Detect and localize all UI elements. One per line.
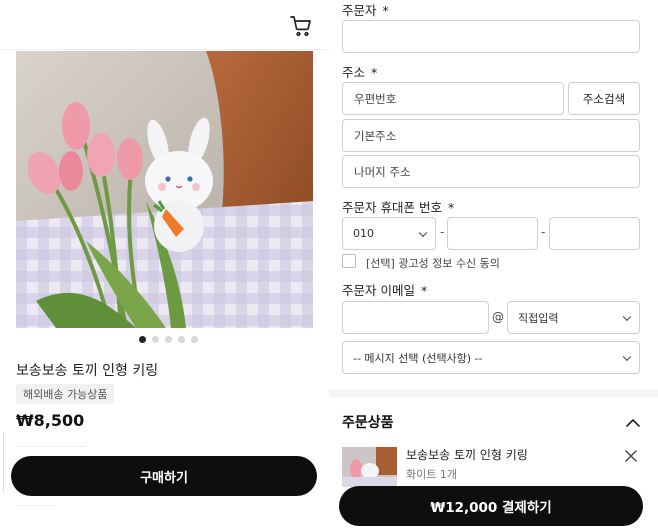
buy-button[interactable]: 구매하기: [11, 456, 317, 496]
phone-middle-input[interactable]: [447, 217, 538, 250]
email-domain-select[interactable]: 직접입력: [507, 301, 640, 334]
required-mark: *: [447, 200, 455, 215]
delivery-message-value: -- 메시지 선택 (선택사항) --: [353, 351, 483, 365]
product-photo: [16, 51, 313, 328]
phone-last-input[interactable]: [549, 217, 640, 250]
required-mark: *: [420, 283, 428, 298]
chevron-down-icon: [622, 352, 632, 361]
carousel-dot[interactable]: [178, 336, 185, 343]
carousel-dot[interactable]: [165, 336, 172, 343]
shipping-badge: 해외배송 가능상품: [16, 384, 115, 404]
product-price: ₩8,500: [16, 411, 85, 430]
required-mark: *: [382, 3, 389, 18]
cart-button[interactable]: [289, 14, 313, 38]
orderer-label-text: 주문자: [342, 3, 377, 18]
orderer-name-input[interactable]: [342, 20, 640, 53]
chevron-down-icon: [418, 228, 428, 237]
carousel-indicator: [0, 336, 329, 346]
section-divider: [329, 389, 658, 397]
postal-code-input[interactable]: 우편번호: [342, 82, 564, 115]
email-at-sign: @: [492, 310, 504, 324]
order-form-panel: 주문자 * 주소 * 우편번호 주소검색 기본주소 나머지 주소 주문자 휴대폰 번…: [329, 0, 658, 531]
collapse-button[interactable]: [625, 414, 641, 427]
address-detail-input[interactable]: 나머지 주소: [342, 155, 640, 188]
address-basic-input[interactable]: 기본주소: [342, 119, 640, 152]
phone-label-text: 주문자 휴대폰 번호: [342, 200, 442, 215]
order-item-photo: [342, 447, 397, 487]
phone-separator: -: [541, 225, 546, 239]
email-label-text: 주문자 이메일: [342, 283, 415, 298]
cart-icon: [290, 16, 311, 37]
carousel-dot[interactable]: [139, 336, 146, 343]
panel-edge: [0, 432, 4, 492]
address-label: 주소 *: [342, 62, 377, 81]
order-items-title: 주문상품: [342, 415, 394, 431]
required-mark: *: [371, 65, 378, 80]
ad-consent-checkbox[interactable]: [342, 254, 356, 268]
order-item-name: 보송보송 토끼 인형 키링: [406, 448, 528, 462]
email-label: 주문자 이메일 *: [342, 280, 427, 299]
order-item-option: 화이트 1개: [406, 468, 457, 481]
chevron-up-icon: [626, 419, 640, 427]
product-detail-panel: 보송보송 토끼 인형 키링 해외배송 가능상품 ₩8,500 구매하기: [0, 0, 329, 531]
address-label-text: 주소: [342, 65, 366, 80]
email-id-input[interactable]: [342, 301, 489, 334]
delivery-message-select[interactable]: -- 메시지 선택 (선택사항) --: [342, 341, 640, 374]
product-name: 보송보송 토끼 인형 키링: [16, 363, 159, 379]
orderer-label: 주문자 *: [342, 0, 389, 19]
email-domain-value: 직접입력: [518, 311, 559, 325]
chevron-down-icon: [622, 312, 632, 321]
address-search-button[interactable]: 주소검색: [568, 82, 640, 115]
phone-prefix-select[interactable]: 010: [342, 217, 436, 250]
order-item-thumbnail: [342, 447, 397, 487]
divider: [16, 446, 86, 447]
close-icon: [625, 450, 637, 462]
remove-item-button[interactable]: [625, 447, 637, 462]
divider: [16, 505, 56, 506]
phone-prefix-value: 010: [353, 227, 374, 240]
top-bar: [0, 0, 329, 50]
phone-separator: -: [440, 225, 445, 239]
product-image[interactable]: [16, 51, 313, 328]
carousel-dot[interactable]: [191, 336, 198, 343]
pay-button[interactable]: ₩12,000 결제하기: [339, 486, 643, 526]
phone-label: 주문자 휴대폰 번호 *: [342, 197, 454, 216]
ad-consent-label[interactable]: [선택] 광고성 정보 수신 동의: [366, 255, 500, 271]
carousel-dot[interactable]: [152, 336, 159, 343]
